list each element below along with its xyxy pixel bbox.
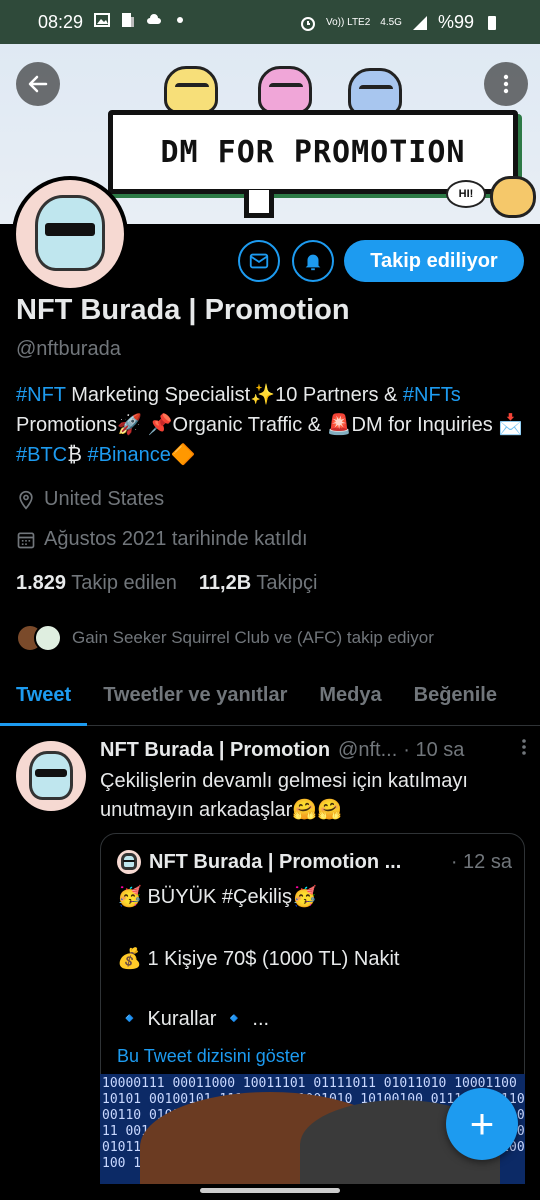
banner-character-blue [348,68,402,116]
tweet-author-handle: @nft... [338,739,398,761]
arrow-left-icon [28,75,48,93]
sign-tail [244,190,274,218]
tweet-time: · 10 sa [403,739,465,761]
tab-tweets-replies[interactable]: Tweetler ve yanıtlar [87,672,303,725]
image-icon [94,13,110,27]
follow-counts: 1.829 Takip edilen 11,2B Takipçi [16,572,318,595]
followed-by-avatars [16,624,62,652]
show-thread-link[interactable]: Bu Tweet dizisini göster [117,1046,306,1067]
tweet-more-button[interactable] [516,737,532,763]
quote-line-3: 🔹 Kurallar 🔹 ... [117,1008,270,1030]
hashtag-nfts[interactable]: #NFTs [403,384,461,406]
profile-avatar[interactable] [12,176,128,292]
followers-link[interactable]: 11,2B Takipçi [199,572,318,595]
bio-text-3: ₿ [67,444,88,466]
status-right: Vo)) LTE2 4.5G %99 [300,12,500,33]
cloud-icon [147,14,161,24]
followed-by-text: Gain Seeker Squirrel Club ve (AFC) takip… [72,628,434,647]
profile-tabs: Tweet Tweetler ve yanıtlar Medya Beğenil… [0,672,540,726]
quote-avatar [117,850,141,874]
quote-time: · 12 sa [450,850,512,873]
compose-tweet-button[interactable]: + [446,1088,518,1160]
quote-header: NFT Burada | Promotion ... · 12 sa [117,850,512,874]
calendar-icon [17,532,35,548]
following-button[interactable]: Takip ediliyor [344,240,524,282]
tab-likes[interactable]: Beğenile [398,672,513,725]
dot-icon [177,17,183,23]
tweet-avatar[interactable] [16,741,86,811]
message-button[interactable] [238,240,280,282]
signal-bars-icon [412,15,427,30]
tweet-text: Çekilişlerin devamlı gelmesi için katılm… [100,770,468,821]
quote-line-1: 🥳 BÜYÜK #Çekiliş🥳 [117,886,317,908]
more-vertical-icon [503,74,509,94]
sim-icon [122,13,134,27]
hashtag-binance[interactable]: #Binance [88,444,171,466]
profile-name: NFT Burada | Promotion [16,294,350,326]
hashtag-btc[interactable]: #BTC [16,444,67,466]
quote-line-2: 💰 1 Kişiye 70$ (1000 TL) Nakit [117,948,400,970]
banner-bear [490,176,536,218]
promo-text: DM FOR PROMOTION [160,134,466,170]
battery-icon [488,15,496,30]
banner-character-pink [258,66,312,114]
tab-tweets[interactable]: Tweet [0,672,88,726]
gesture-nav-bar[interactable] [200,1188,340,1193]
quote-author-name: NFT Burada | Promotion ... [149,850,402,873]
notifications-button[interactable] [292,240,334,282]
location-pin-icon [19,490,33,510]
alarm-icon [301,16,315,31]
follower-avatar-2 [34,624,62,652]
mail-icon [249,253,269,269]
more-options-button[interactable] [484,62,528,106]
signal-label: 4.5G [380,17,402,28]
tab-media[interactable]: Medya [303,672,397,725]
join-date-text: Ağustos 2021 tarihinde katıldı [44,528,308,550]
tweet-header: NFT Burada | Promotion @nft... · 10 sa [100,739,528,762]
status-bar: 08:29 Vo)) LTE2 4.5G %99 [0,0,540,44]
profile-location: United States [16,488,164,511]
following-link[interactable]: 1.829 Takip edilen [16,572,177,595]
bio-text-1: Marketing Specialist✨10 Partners & [65,384,403,406]
back-button[interactable] [16,62,60,106]
bio-text-2: Promotions🚀 📌Organic Traffic & 🚨DM for I… [16,414,524,436]
more-vertical-icon [522,739,526,755]
status-time: 08:29 [38,12,84,32]
hi-bubble: HI! [446,180,486,208]
profile-join-date: Ağustos 2021 tarihinde katıldı [16,528,308,551]
bio-text-4: 🔶 [170,444,196,466]
battery-level: %99 [437,12,474,32]
followed-by[interactable]: Gain Seeker Squirrel Club ve (AFC) takip… [16,624,434,652]
bell-icon [305,254,321,271]
banner-character-yellow [164,66,218,114]
location-text: United States [44,488,165,510]
tweet-author-name: NFT Burada | Promotion [100,739,331,761]
profile-handle: @nftburada [16,338,121,360]
network-label: Vo)) LTE2 [326,16,371,28]
profile-bio: #NFT Marketing Specialist✨10 Partners & … [16,380,526,470]
hashtag-nft[interactable]: #NFT [16,384,66,406]
status-left-icons [94,12,188,28]
